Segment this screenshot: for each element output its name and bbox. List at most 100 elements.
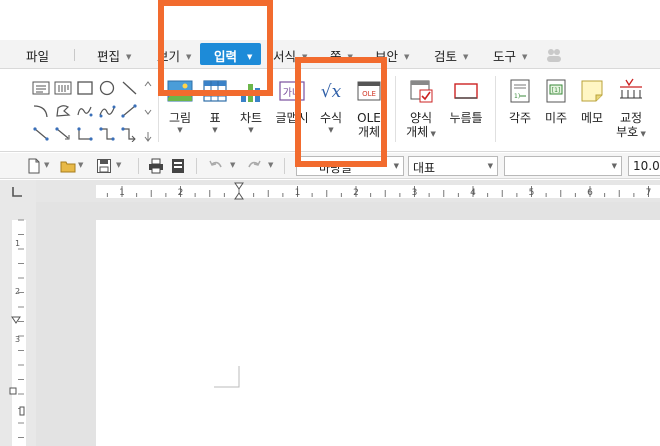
proofread-button[interactable]: 교정 부호 ▼	[614, 76, 648, 139]
ruler-number: 2	[178, 188, 184, 198]
chevron-down-icon: ▼	[126, 53, 132, 61]
style-select[interactable]: 대표 ▼	[408, 156, 498, 176]
shape-gallery-scroll[interactable]	[143, 74, 153, 146]
memo-button[interactable]: 메모	[576, 76, 608, 125]
style-value: 대표	[413, 161, 436, 175]
menu-edit-label: 편집	[97, 49, 121, 64]
menu-edit[interactable]: 편집 ▼	[97, 46, 131, 65]
document-page[interactable]	[96, 220, 660, 446]
ruler-number: 3	[412, 188, 418, 198]
shape-gallery	[30, 78, 142, 144]
highlight-box-insert-menu	[158, 0, 273, 96]
menu-file[interactable]: 파일	[26, 46, 49, 65]
chevron-down-icon: ▼	[404, 53, 410, 61]
ruler-number: 3	[15, 335, 20, 344]
chevron-down-icon[interactable]: ▼	[268, 161, 273, 169]
field-icon	[454, 83, 478, 99]
menu-file-label: 파일	[26, 49, 50, 64]
vertical-ruler-ticks: 1 2 3	[9, 219, 25, 438]
proofread-icon	[620, 78, 642, 99]
connector-arrow-icon[interactable]	[54, 126, 72, 142]
connector-elbow-arrow-icon[interactable]	[98, 126, 116, 142]
footnote-icon: 1)	[510, 79, 530, 103]
horizontal-ruler-ticks: 2112345678	[106, 182, 652, 200]
save-icon[interactable]	[96, 158, 112, 174]
menu-tools[interactable]: 도구 ▼	[493, 46, 527, 65]
print-preview-icon[interactable]	[170, 158, 186, 174]
menu-format-label: 서식	[273, 49, 297, 64]
menu-separator	[74, 49, 75, 61]
menu-review[interactable]: 검토 ▼	[434, 46, 468, 65]
picture-label: 그림	[168, 111, 192, 125]
user-icon[interactable]	[546, 48, 562, 62]
rectangle-shape-icon[interactable]	[76, 80, 94, 96]
vertical-ruler[interactable]: 1 2 3	[0, 202, 36, 446]
field-button[interactable]: 누름틀	[446, 76, 486, 125]
chevron-down-icon: ▼	[177, 126, 183, 134]
connector-line-icon[interactable]	[120, 103, 138, 119]
proofread-label: 교정 부호 ▼	[616, 111, 646, 139]
toolbar-separator	[284, 158, 285, 174]
horizontal-ruler[interactable]: 2112345678	[36, 180, 660, 202]
memo-label: 메모	[580, 111, 604, 125]
chevron-down-icon[interactable]: ▼	[78, 161, 83, 169]
menu-review-label: 검토	[434, 49, 458, 64]
endnote-label: 미주	[544, 111, 568, 125]
chevron-down-icon: ▼	[212, 126, 218, 134]
svg-text:[1]: [1]	[552, 87, 561, 94]
ruler-corner[interactable]	[0, 180, 36, 202]
ruler-number: 6	[587, 188, 593, 198]
chevron-down-icon[interactable]: ▼	[44, 161, 49, 169]
ruler-number: 2	[353, 188, 359, 198]
tab-stop-icon	[12, 187, 22, 197]
textbox-vertical-icon[interactable]	[54, 80, 72, 96]
text-margin-corner	[214, 366, 240, 388]
line-shape-icon[interactable]	[120, 80, 138, 96]
font-size-input[interactable]: 10.0	[628, 156, 660, 176]
chevron-down-icon[interactable]: ▼	[230, 161, 235, 169]
endnote-button[interactable]: [1] 미주	[540, 76, 572, 125]
ruler-number: 4	[470, 188, 476, 198]
ellipse-shape-icon[interactable]	[98, 80, 116, 96]
arc-shape-icon[interactable]	[32, 103, 50, 119]
open-folder-icon[interactable]	[60, 158, 76, 174]
connector-elbow-double-icon[interactable]	[120, 126, 138, 142]
new-document-icon[interactable]	[26, 158, 42, 174]
undo-icon[interactable]	[208, 158, 224, 174]
curve-shape-icon[interactable]	[76, 103, 94, 119]
print-icon[interactable]	[148, 158, 164, 174]
font-name-select[interactable]: ▼	[504, 156, 622, 176]
menu-tools-label: 도구	[493, 49, 517, 64]
chevron-down-icon: ▼	[522, 53, 528, 61]
textbox-horizontal-icon[interactable]	[32, 80, 50, 96]
chevron-down-icon: ▼	[393, 162, 399, 170]
polygon-shape-icon[interactable]	[54, 103, 72, 119]
ruler-number: 7	[646, 188, 652, 198]
document-area	[36, 202, 660, 446]
ruler-number: 1	[119, 188, 125, 198]
ruler-number: 2	[15, 287, 20, 296]
connector-straight-icon[interactable]	[32, 126, 50, 142]
memo-icon	[581, 80, 603, 102]
font-size-value: 10.0	[633, 159, 660, 173]
ruler-number: 1	[15, 239, 20, 248]
toolbar-separator	[196, 158, 197, 174]
hwp-window: 파일 편집 ▼ 보기 ▼ 입력 ▼ 서식 ▼ 쪽 ▼ 보안 ▼ 검토 ▼ 도구 ▼	[0, 0, 660, 446]
svg-text:1): 1)	[514, 93, 520, 100]
ribbon-separator	[495, 76, 496, 142]
highlight-box-equation-ole	[295, 57, 387, 167]
title-area	[0, 0, 660, 40]
chevron-down-icon: ▼	[248, 126, 254, 134]
form-object-button[interactable]: 양식 개체 ▼	[402, 76, 440, 139]
chevron-down-icon[interactable]: ▼	[116, 161, 121, 169]
freeform-shape-icon[interactable]	[98, 103, 116, 119]
footnote-label: 각주	[508, 111, 532, 125]
chevron-down-icon: ▼	[611, 162, 617, 170]
table-label: 표	[209, 111, 221, 125]
chart-label: 차트	[239, 111, 263, 125]
connector-elbow-icon[interactable]	[76, 126, 94, 142]
ribbon-separator	[395, 76, 396, 142]
footnote-button[interactable]: 1) 각주	[504, 76, 536, 125]
redo-icon[interactable]	[246, 158, 262, 174]
field-label: 누름틀	[449, 111, 483, 125]
